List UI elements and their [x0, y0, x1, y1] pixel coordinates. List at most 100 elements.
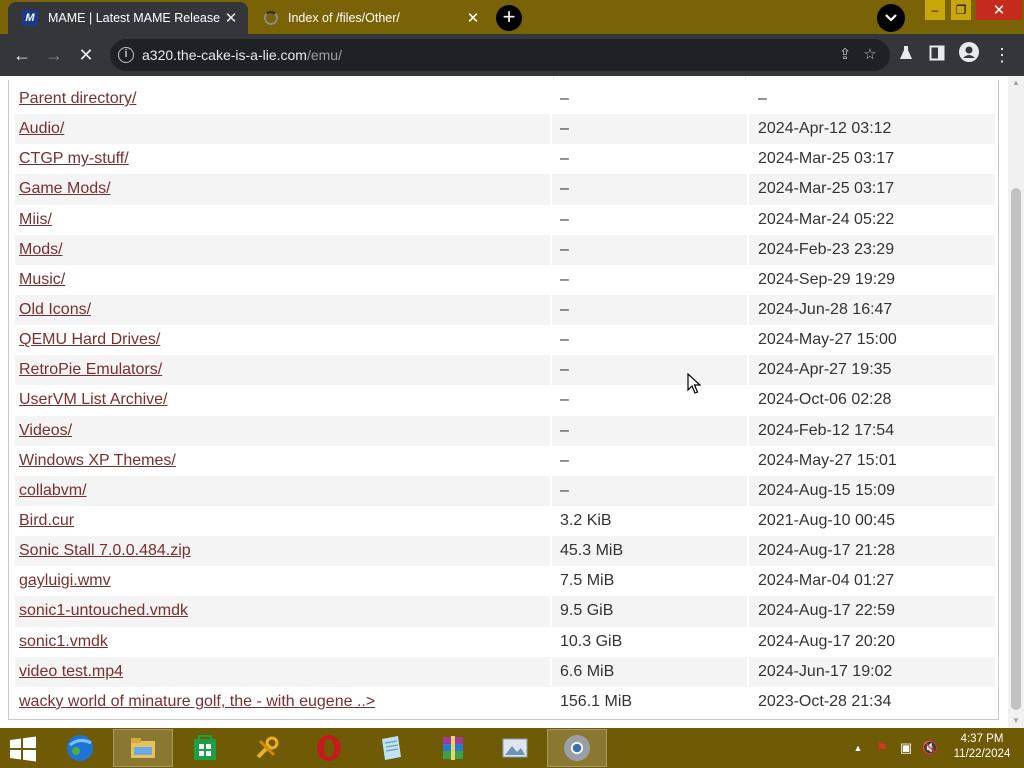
address-bar[interactable]: i a320.the-cake-is-a-lie.com/emu/ ⇪ ☆: [110, 39, 890, 71]
flask-icon: [900, 46, 912, 59]
side-panel-button[interactable]: [924, 42, 950, 68]
table-row: Game Mods/ –2024-Mar-25 03:17: [15, 174, 995, 205]
table-row: video test.mp4 6.6 MiB 2024-Jun-17 19:02: [15, 656, 995, 687]
file-link[interactable]: RetroPie Emulators/: [19, 361, 162, 378]
file-size-cell: 156.1 MiB: [560, 692, 633, 710]
taskbar-app-file-explorer[interactable]: [113, 729, 173, 767]
url-host: a320.the-cake-is-a-lie.com: [142, 47, 307, 63]
taskbar-app-store[interactable]: [175, 729, 235, 767]
file-link[interactable]: Videos/: [19, 422, 72, 439]
file-link[interactable]: wacky world of minature golf, the - with…: [19, 693, 375, 710]
show-hidden-icons-chevron-icon[interactable]: ▲: [850, 740, 866, 756]
file-size-cell: –: [560, 331, 569, 349]
file-date-cell: –: [758, 90, 767, 108]
minimize-button[interactable]: –: [925, 0, 945, 20]
table-row: Audio/ –2024-Apr-12 03:12: [15, 114, 995, 145]
file-name-cell: Parent directory/: [15, 84, 552, 114]
taskbar-app-chrome[interactable]: [547, 729, 607, 767]
vertical-scrollbar[interactable]: ▲ ▼: [1008, 76, 1024, 728]
file-size-cell: –: [552, 355, 749, 386]
taskbar-app-photo-viewer[interactable]: [485, 729, 545, 767]
tab-search-button[interactable]: [877, 4, 905, 32]
extensions-button[interactable]: [893, 42, 919, 68]
file-link[interactable]: CTGP my-stuff/: [19, 150, 129, 167]
file-link[interactable]: UserVM List Archive/: [19, 391, 167, 408]
file-link[interactable]: QEMU Hard Drives/: [19, 331, 160, 348]
file-size-cell: 6.6 MiB: [552, 656, 749, 687]
file-name-cell: Mods/: [15, 234, 552, 265]
file-size-cell: –: [560, 270, 569, 288]
file-link[interactable]: Audio/: [19, 120, 64, 137]
volume-muted-icon[interactable]: 🔇: [922, 740, 938, 756]
taskbar-clock[interactable]: 4:37 PM 11/22/2024: [944, 732, 1020, 762]
file-link[interactable]: gayluigi.wmv: [19, 572, 111, 589]
file-name-cell: sonic1-untouched.vmdk: [15, 596, 552, 627]
clock-date: 11/22/2024: [953, 748, 1011, 760]
file-date-cell: 2024-Jun-28 16:47: [749, 294, 995, 326]
file-link[interactable]: Game Mods/: [19, 180, 111, 197]
file-name-cell: wacky world of minature golf, the - with…: [15, 687, 552, 717]
file-name-cell: UserVM List Archive/: [15, 385, 552, 415]
file-size-cell: –: [552, 415, 749, 446]
start-button[interactable]: [8, 736, 38, 762]
file-size-cell: –: [560, 451, 569, 469]
file-link[interactable]: Windows XP Themes/: [19, 452, 176, 469]
scroll-up-arrow-icon[interactable]: ▲: [1008, 76, 1024, 90]
network-icon[interactable]: ▣: [898, 740, 914, 756]
table-row: collabvm/ –2024-Aug-15 15:09: [15, 475, 995, 506]
file-date-cell: 2024-Aug-17 20:20: [758, 632, 895, 650]
close-tab-icon[interactable]: ✕: [464, 9, 482, 27]
close-window-button[interactable]: ✕: [976, 0, 1022, 20]
taskbar-app-opera[interactable]: [299, 729, 359, 767]
profile-button[interactable]: [956, 42, 982, 68]
file-name-cell: collabvm/: [15, 475, 552, 506]
file-name-cell: gayluigi.wmv: [15, 566, 552, 596]
file-link[interactable]: collabvm/: [19, 482, 87, 499]
file-link[interactable]: sonic1-untouched.vmdk: [19, 602, 188, 619]
maximize-button[interactable]: ❐: [951, 0, 971, 20]
file-date-cell: 2024-May-27 15:00: [758, 331, 897, 349]
forward-button[interactable]: →: [41, 42, 67, 68]
url-text[interactable]: a320.the-cake-is-a-lie.com/emu/: [142, 47, 342, 63]
taskbar-app-tools[interactable]: [237, 729, 297, 767]
file-name-cell: Audio/: [15, 114, 552, 145]
file-link[interactable]: video test.mp4: [19, 663, 123, 680]
tab-strip: M MAME | Latest MAME Release ✕ Index of …: [0, 0, 1024, 34]
table-row: Windows XP Themes/ – 2024-May-27 15:01: [15, 446, 995, 476]
file-link[interactable]: Parent directory/: [19, 90, 136, 107]
file-name-cell: Bird.cur: [15, 506, 552, 536]
store-icon: [194, 735, 216, 760]
clock-time: 4:37 PM: [960, 733, 1004, 745]
stop-loading-button[interactable]: ✕: [73, 42, 99, 68]
taskbar-app-internet-explorer[interactable]: [50, 729, 110, 767]
file-link[interactable]: Sonic Stall 7.0.0.484.zip: [19, 542, 191, 559]
menu-button[interactable]: ⋮: [989, 42, 1015, 68]
back-button[interactable]: ←: [9, 42, 35, 68]
file-link[interactable]: sonic1.vmdk: [19, 633, 108, 650]
file-size-cell: 45.3 MiB: [552, 536, 749, 567]
taskbar-app-notepad[interactable]: [361, 729, 421, 767]
new-tab-button[interactable]: +: [496, 5, 522, 31]
site-info-icon[interactable]: i: [118, 47, 134, 63]
file-size-cell: –: [552, 174, 749, 205]
file-link[interactable]: Miis/: [19, 211, 52, 228]
taskbar-app-winrar[interactable]: [423, 729, 483, 767]
close-tab-icon[interactable]: ✕: [222, 9, 240, 27]
scroll-down-arrow-icon[interactable]: ▼: [1008, 714, 1024, 728]
file-date-cell: 2024-Aug-15 15:09: [749, 475, 995, 506]
scrollbar-thumb[interactable]: [1011, 188, 1021, 710]
file-link[interactable]: Music/: [19, 271, 65, 288]
file-size-cell: –: [560, 90, 569, 108]
file-name-cell: Game Mods/: [15, 174, 552, 205]
page-content: Parent directory/ – – Audio/–2024-Apr-12 03…: [0, 76, 1008, 728]
file-name-cell: RetroPie Emulators/: [15, 355, 552, 386]
file-link[interactable]: Old Icons/: [19, 301, 91, 318]
action-center-flag-icon[interactable]: ⚑: [874, 740, 890, 756]
bookmark-star-icon[interactable]: ☆: [859, 44, 881, 66]
tab-mame[interactable]: M MAME | Latest MAME Release ✕: [8, 2, 248, 34]
file-link[interactable]: Bird.cur: [19, 512, 74, 529]
file-size-cell: 3.2 KiB: [560, 512, 612, 530]
tab-index-files[interactable]: Index of /files/Other/ ✕: [250, 2, 490, 34]
file-link[interactable]: Mods/: [19, 241, 63, 258]
share-icon[interactable]: ⇪: [834, 44, 856, 66]
